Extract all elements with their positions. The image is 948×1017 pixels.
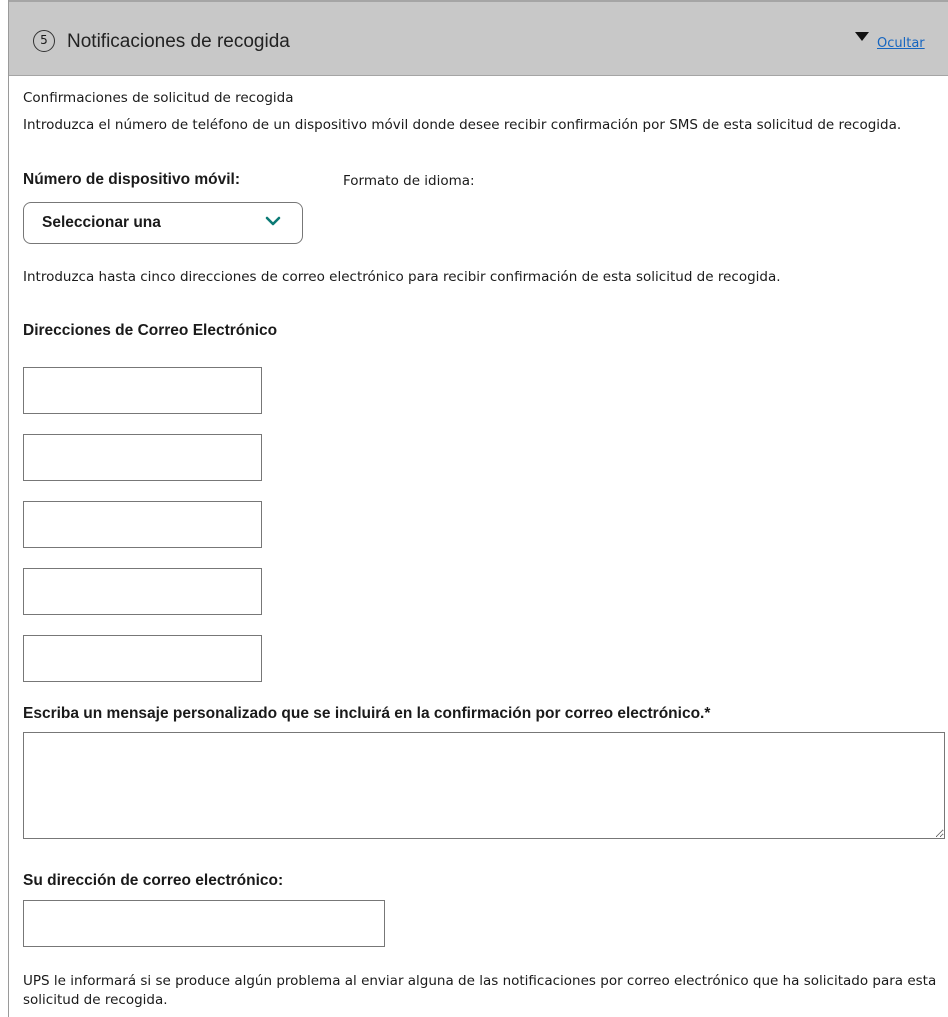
sms-confirmations-heading: Confirmaciones de solicitud de recogida xyxy=(23,90,294,106)
select-value: Seleccionar una xyxy=(42,214,161,231)
failure-notice: UPS le informará si se produce algún pro… xyxy=(23,973,937,1008)
section-title: Notificaciones de recogida xyxy=(67,31,290,52)
language-format-label: Formato de idioma: xyxy=(343,173,475,189)
pickup-notifications-panel: 5 Notificaciones de recogida Ocultar Con… xyxy=(8,0,948,1017)
email-instructions: Introduzca hasta cinco direcciones de co… xyxy=(23,269,781,285)
caret-down-icon[interactable] xyxy=(855,32,869,41)
custom-message-label: Escriba un mensaje personalizado que se … xyxy=(23,705,711,722)
hide-section-link[interactable]: Ocultar xyxy=(877,36,925,51)
mobile-number-label: Número de dispositivo móvil: xyxy=(23,171,241,188)
your-email-label: Su dirección de correo electrónico: xyxy=(23,872,284,889)
step-number-badge: 5 xyxy=(33,30,55,52)
custom-message-textarea[interactable] xyxy=(23,732,945,839)
email-address-input-3[interactable] xyxy=(23,501,262,548)
section-header[interactable]: 5 Notificaciones de recogida Ocultar xyxy=(9,0,948,76)
chevron-down-icon xyxy=(265,216,281,226)
email-address-input-4[interactable] xyxy=(23,568,262,615)
your-email-input[interactable] xyxy=(23,900,385,947)
email-address-input-1[interactable] xyxy=(23,367,262,414)
email-address-input-2[interactable] xyxy=(23,434,262,481)
sms-instructions: Introduzca el número de teléfono de un d… xyxy=(23,117,902,133)
email-addresses-label: Direcciones de Correo Electrónico xyxy=(23,322,278,339)
mobile-device-select[interactable]: Seleccionar una xyxy=(23,202,303,244)
email-address-input-5[interactable] xyxy=(23,635,262,682)
